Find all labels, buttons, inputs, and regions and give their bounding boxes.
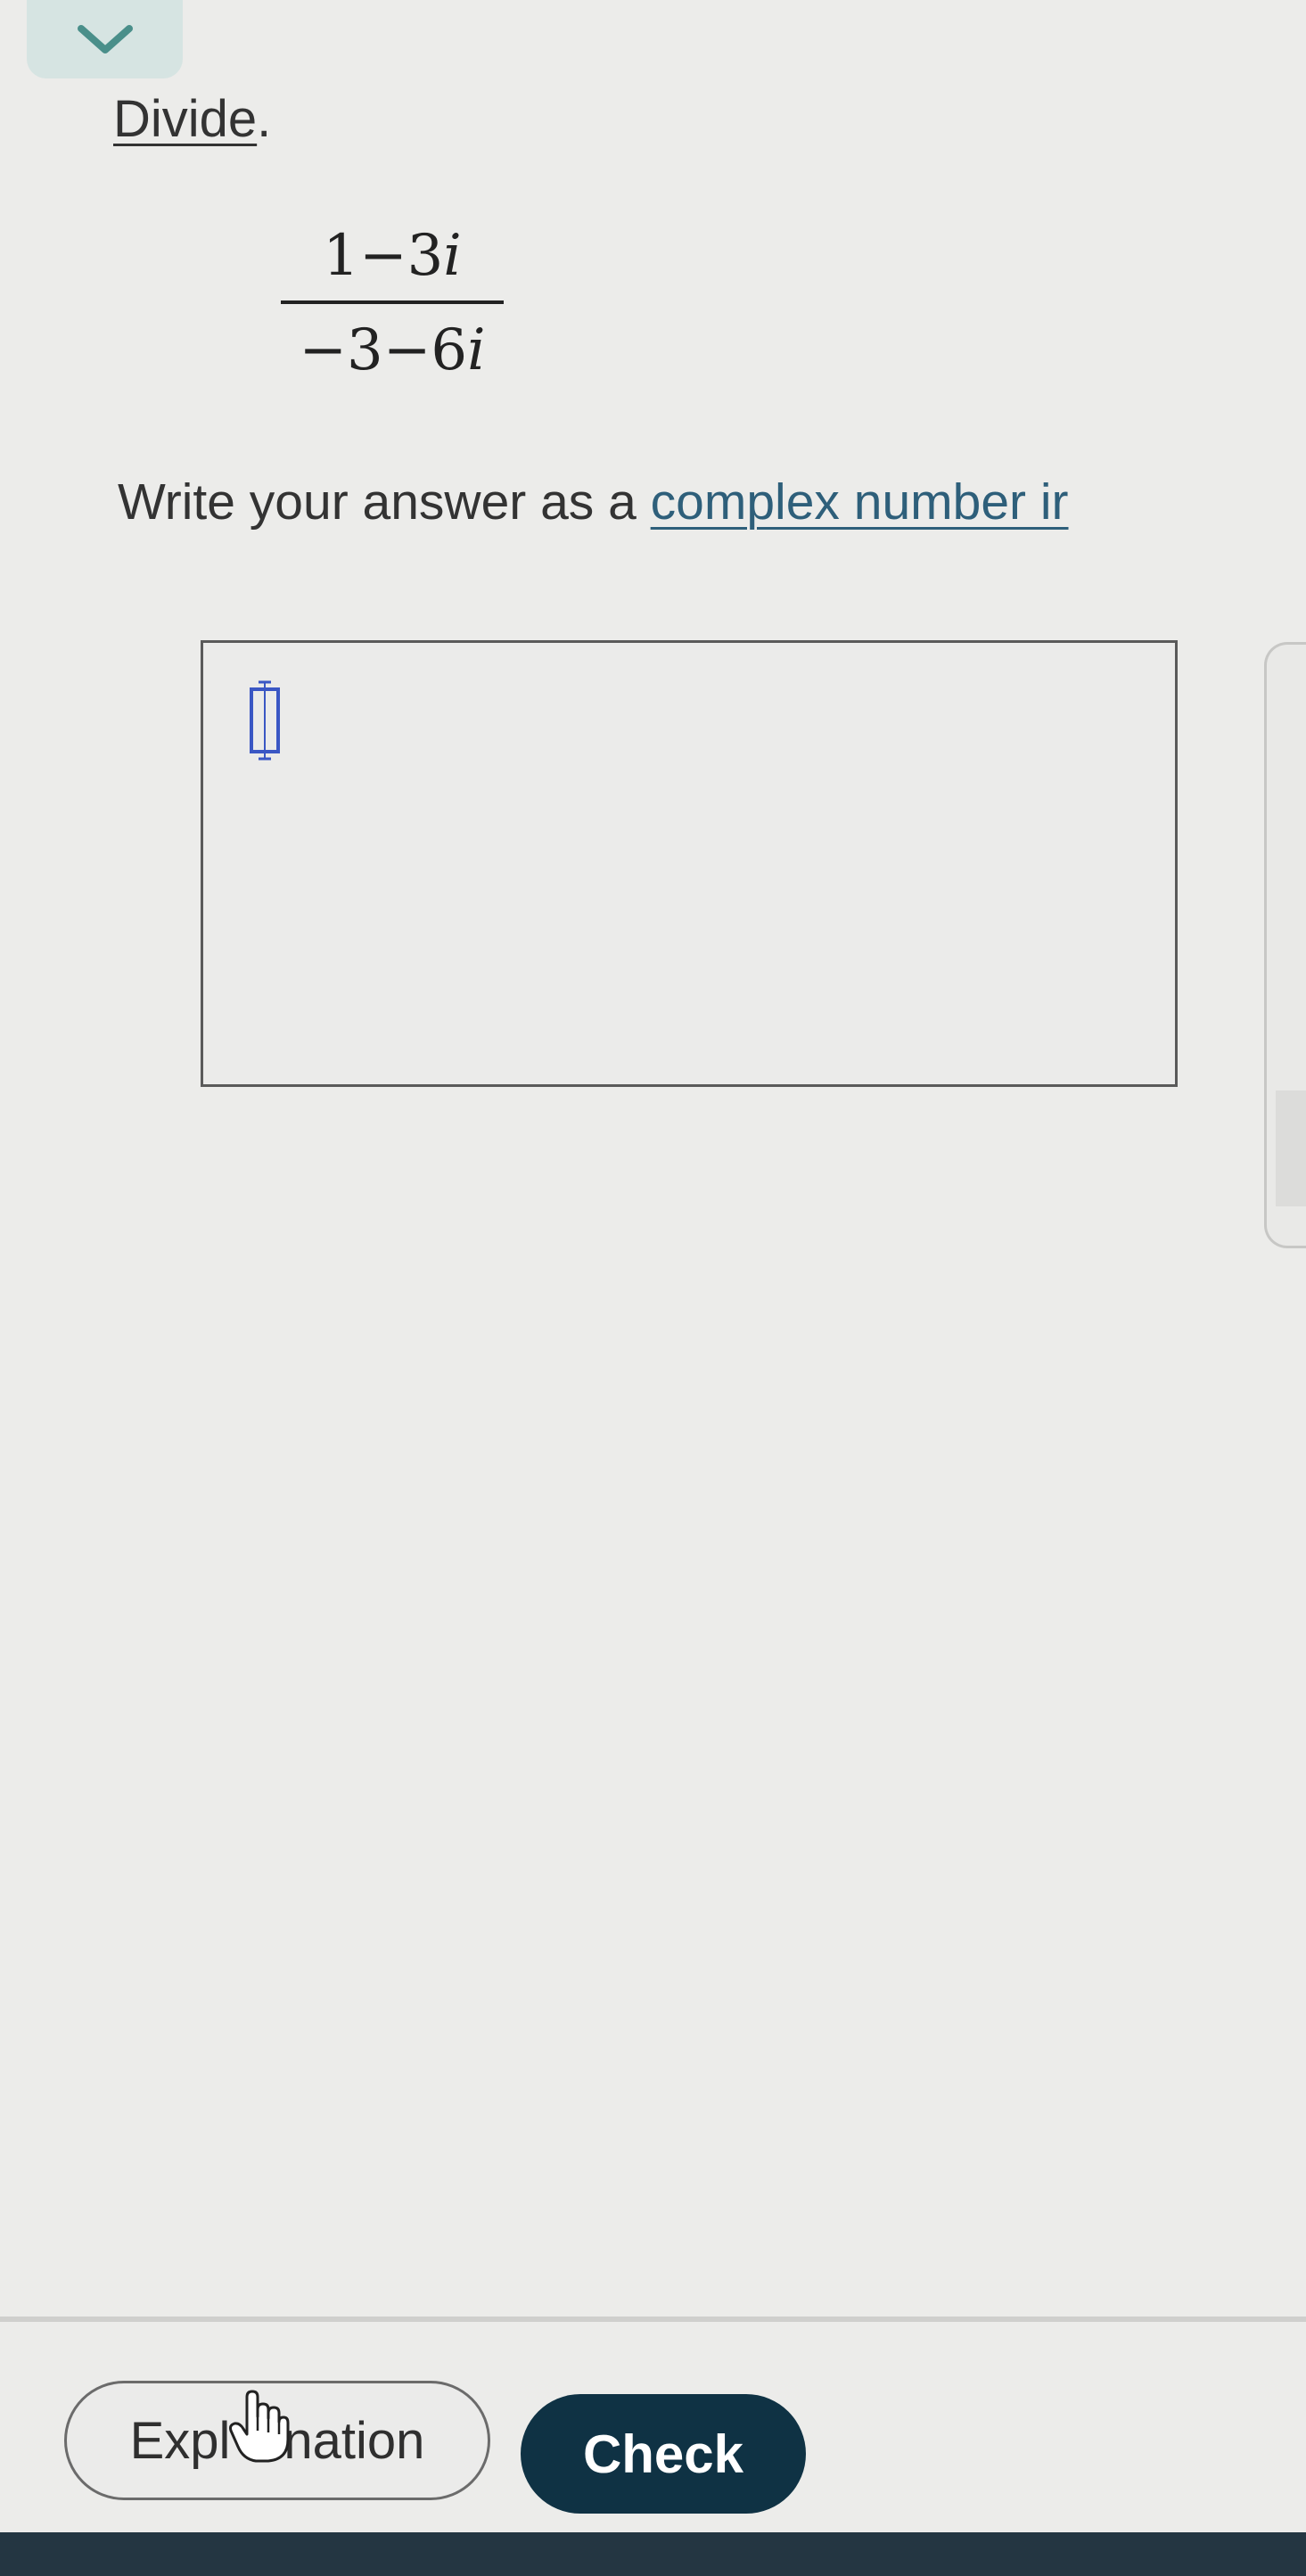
instruction-text: Write your answer as a — [118, 473, 651, 531]
complex-fraction: 1−3i −3−6i — [281, 218, 504, 388]
numerator-real: 1 — [323, 223, 359, 289]
numerator-imag-coefficient: 3 — [407, 223, 444, 289]
side-panel-handle — [1276, 1090, 1306, 1206]
answer-instruction: Write your answer as a complex number ir — [118, 473, 1306, 531]
answer-input[interactable] — [201, 640, 1178, 1087]
denominator-operator: − — [382, 317, 431, 383]
denominator-real: 3 — [347, 317, 383, 383]
fraction-bar — [281, 300, 504, 304]
hand-pointer-icon — [229, 2390, 290, 2463]
numerator-imag-unit: i — [443, 223, 462, 289]
collapse-tab[interactable] — [27, 0, 183, 78]
fraction-denominator: −3−6i — [281, 313, 504, 388]
denominator-sign: − — [299, 317, 348, 383]
bottom-bar — [0, 2532, 1306, 2576]
explanation-label-end: nation — [283, 2411, 425, 2470]
explanation-label-start: Expl — [129, 2411, 231, 2470]
chevron-down-icon — [77, 25, 133, 53]
denominator-imag-unit: i — [467, 317, 486, 383]
side-panel[interactable] — [1264, 642, 1306, 1248]
input-slot-icon — [250, 680, 280, 761]
question-prompt: Divide. — [113, 89, 271, 149]
question-verb-link[interactable]: Divide — [113, 90, 257, 148]
denominator-imag-coefficient: 6 — [431, 317, 468, 383]
footer-divider — [0, 2317, 1306, 2322]
complex-number-link[interactable]: complex number ir — [651, 473, 1069, 531]
numerator-operator: − — [358, 223, 407, 289]
check-button[interactable]: Check — [521, 2394, 806, 2514]
fraction-numerator: 1−3i — [281, 218, 504, 293]
question-period: . — [257, 90, 272, 148]
